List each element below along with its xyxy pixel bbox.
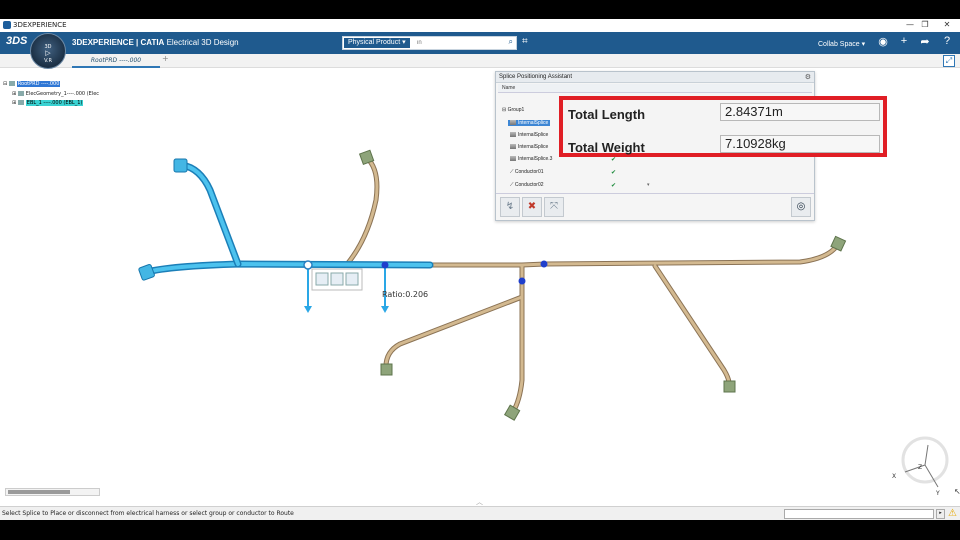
play-icon[interactable]: ▷ xyxy=(31,49,65,57)
splice-point[interactable] xyxy=(540,260,548,268)
minimize-button[interactable]: — xyxy=(904,20,916,29)
collab-space-dropdown[interactable]: Collab Space ▾ xyxy=(818,40,865,48)
table-row[interactable]: ⟋ Conductor01 ✔ xyxy=(498,167,646,179)
panel-close-icon[interactable]: ⚙ xyxy=(805,73,811,81)
ratio-label: Ratio:0.206 xyxy=(382,290,428,299)
axis-y-label: Y xyxy=(935,490,940,497)
tab-bar: RootPRD ----.000 + xyxy=(0,54,960,68)
row-label: InternalSplice.3 xyxy=(518,156,553,162)
tag-icon[interactable]: ⌗ xyxy=(522,36,528,47)
scrollbar-thumb[interactable] xyxy=(8,490,70,494)
visibility-tool-icon[interactable]: ◎ xyxy=(791,197,811,217)
connector-bottom-left[interactable] xyxy=(380,363,393,376)
tree-root[interactable]: ⊟ RootPRD ----.000 xyxy=(3,81,61,87)
total-weight-label: Total Weight xyxy=(568,140,645,155)
length-tool-icon[interactable] xyxy=(330,272,344,286)
search-scope-label: Physical Product xyxy=(348,39,401,46)
status-check-icon: ✔ xyxy=(611,183,617,189)
route-tool-icon[interactable]: ↯ xyxy=(500,197,520,217)
axis-x-label: X xyxy=(892,473,896,480)
app-name: Electrical 3D Design xyxy=(166,38,239,47)
total-length-value: 2.84371m xyxy=(720,103,880,121)
splice-point[interactable] xyxy=(381,261,389,269)
column-name-header[interactable]: Name xyxy=(502,85,515,91)
row-label: Conductor02 xyxy=(514,182,544,188)
collapse-chevron-icon[interactable]: ︿ xyxy=(476,498,483,506)
app-header: 3DS 3DEXPERIENCE | CATIA Electrical 3D D… xyxy=(0,32,960,54)
axis-z-label: Z xyxy=(918,464,922,471)
table-row[interactable]: ⟋ Conductor02 ✔ xyxy=(498,180,646,192)
compass-bottom-label: V.R xyxy=(44,58,52,64)
window-title: 3DEXPERIENCE xyxy=(13,21,67,29)
command-input[interactable] xyxy=(784,509,934,519)
search-box[interactable]: Physical Product ▾ ⌕ xyxy=(342,36,517,50)
screen: 3DEXPERIENCE — ❐ ✕ 3DS 3DEXPERIENCE | CA… xyxy=(0,0,960,540)
brand-title: 3DEXPERIENCE | CATIA Electrical 3D Desig… xyxy=(72,38,239,47)
splice-icon xyxy=(510,144,516,150)
ds-logo[interactable]: 3DS xyxy=(6,35,27,47)
splice-icon xyxy=(510,120,516,126)
add-icon[interactable]: + xyxy=(897,35,911,47)
table-header: Name xyxy=(498,84,812,93)
search-icon[interactable]: ⌕ xyxy=(509,37,513,47)
orientation-triad[interactable]: X Z Y xyxy=(892,436,949,497)
total-weight-value: 7.10928kg xyxy=(720,135,880,153)
splice-icon xyxy=(510,132,516,138)
row-label: InternalSplice xyxy=(518,132,549,138)
horizontal-scrollbar[interactable] xyxy=(5,488,100,496)
total-length-label: Total Length xyxy=(568,107,646,122)
tree-item-label: ElecGeometry_1----.000 (Elec xyxy=(25,91,100,97)
export-tool-icon[interactable] xyxy=(345,272,359,286)
geometry-icon xyxy=(17,91,24,96)
row-label: InternalSplice xyxy=(518,120,549,126)
connector-bottom-right[interactable] xyxy=(723,380,736,393)
status-check-icon: ✔ xyxy=(611,157,617,163)
brand-name: 3DEXPERIENCE | CATIA xyxy=(72,38,165,47)
tree-item-elecgeometry[interactable]: ⊞ ElecGeometry_1----.000 (Elec xyxy=(12,91,99,97)
expand-icon[interactable]: ⤢ xyxy=(943,55,955,67)
ratio-tool-icon[interactable] xyxy=(315,272,329,286)
splice-icon xyxy=(510,156,516,162)
scroll-down-icon[interactable]: ▾ xyxy=(647,182,650,188)
splice-point[interactable] xyxy=(518,277,526,285)
command-button[interactable]: ▸ xyxy=(936,509,945,519)
row-label: Conductor01 xyxy=(514,169,544,175)
panel-title: Splice Positioning Assistant xyxy=(496,72,814,83)
share-icon[interactable]: ➦ xyxy=(918,35,932,48)
window-title-bar: 3DEXPERIENCE — ❐ ✕ xyxy=(0,19,960,32)
help-icon[interactable]: ? xyxy=(940,35,954,47)
tree-item-ebl[interactable]: ⊞ EBL_1 ----.000 (EBL_1) xyxy=(12,100,84,106)
tree-item-label: EBL_1 ----.000 (EBL_1) xyxy=(25,100,84,106)
ebl-icon xyxy=(17,100,24,105)
position-tool-icon[interactable]: ⤧ xyxy=(544,197,564,217)
row-label: InternalSplice xyxy=(518,144,549,150)
compass-widget[interactable]: 3D ▷ V.R xyxy=(30,33,66,69)
disconnect-tool-icon[interactable]: ✖ xyxy=(522,197,542,217)
user-avatar-icon[interactable]: ◉ xyxy=(876,35,890,48)
product-icon xyxy=(8,81,15,86)
app-icon xyxy=(3,21,11,29)
cursor-icon: ↖ xyxy=(954,487,960,496)
row-label: Group1 xyxy=(507,107,525,113)
add-tab-icon[interactable]: + xyxy=(162,54,169,63)
search-scope-dropdown[interactable]: Physical Product ▾ xyxy=(344,38,410,48)
selected-connector-left[interactable] xyxy=(138,264,155,281)
splice-context-toolbar[interactable] xyxy=(311,268,363,291)
tab-rootprd[interactable]: RootPRD ----.000 xyxy=(72,54,160,68)
selected-connector-top[interactable] xyxy=(173,158,188,173)
metrics-highlight: Total Length 2.84371m Total Weight 7.109… xyxy=(559,96,887,157)
maximize-button[interactable]: ❐ xyxy=(919,20,931,29)
search-input[interactable] xyxy=(417,38,497,48)
splice-point-active[interactable] xyxy=(303,260,313,270)
status-check-icon: ✔ xyxy=(611,170,617,176)
close-window-button[interactable]: ✕ xyxy=(941,20,953,29)
warning-icon[interactable]: ⚠ xyxy=(948,508,957,519)
status-message: Select Splice to Place or disconnect fro… xyxy=(2,510,294,517)
collab-space-label: Collab Space xyxy=(818,41,860,48)
tree-root-label: RootPRD ----.000 xyxy=(16,81,61,87)
status-bar: Select Splice to Place or disconnect fro… xyxy=(0,506,960,520)
